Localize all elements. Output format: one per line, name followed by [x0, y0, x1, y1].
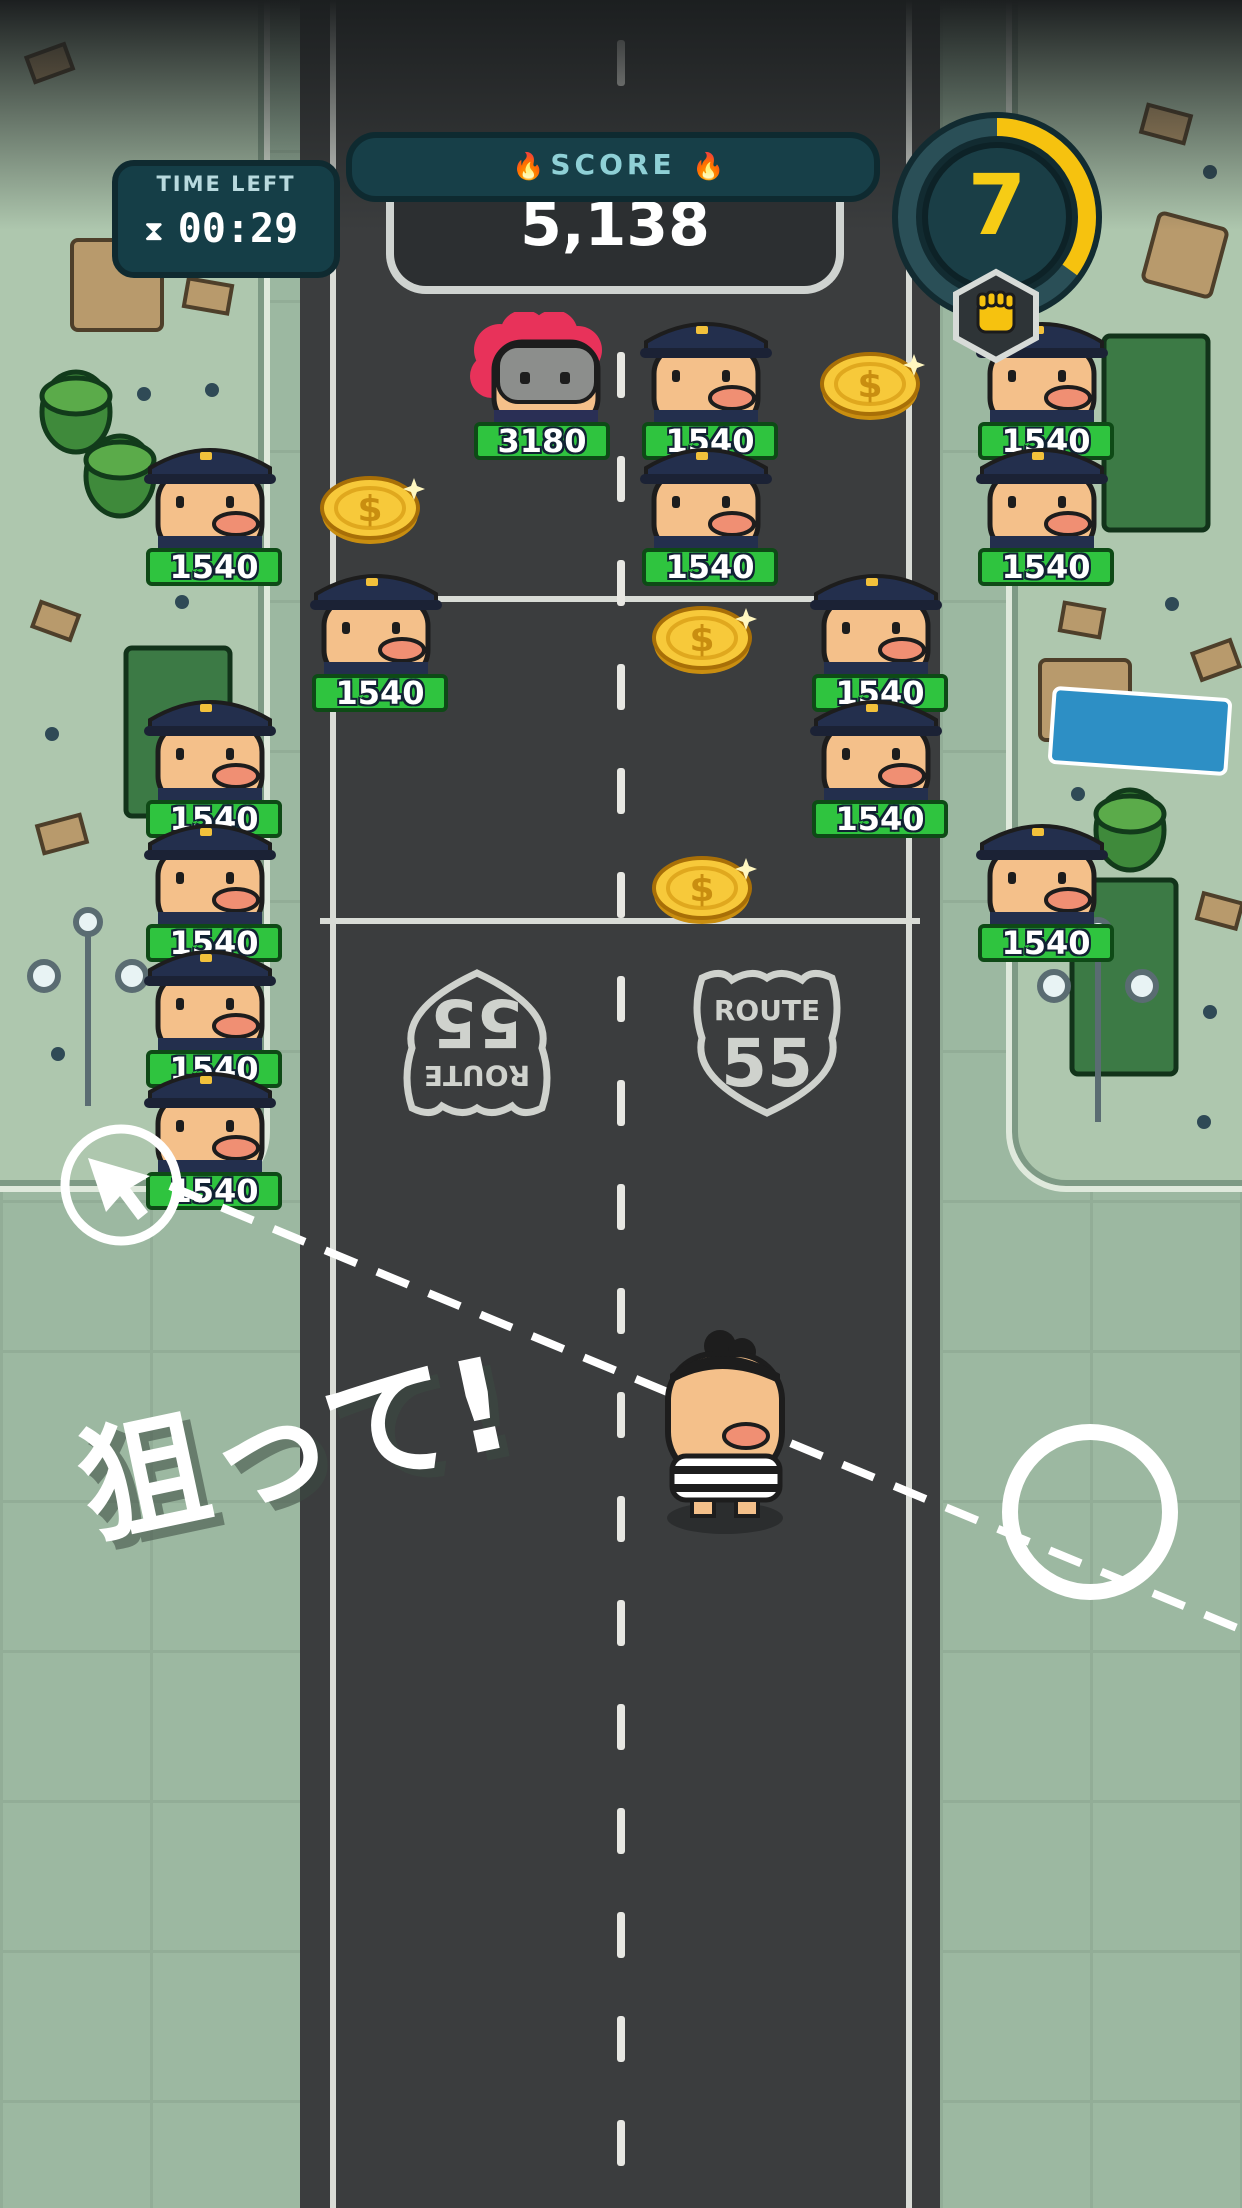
- svg-text:$: $: [357, 489, 382, 530]
- arrow-cursor-icon: [88, 1158, 150, 1220]
- lane-dash: [617, 2016, 625, 2062]
- score-panel: 5,138: [386, 186, 844, 294]
- enemy-cop[interactable]: 1540: [136, 438, 284, 586]
- lane-dash: [617, 1080, 625, 1126]
- enemy-hp-value: 1540: [312, 674, 448, 712]
- enemy-hp-value: 1540: [642, 548, 778, 586]
- back-button[interactable]: [58, 1122, 184, 1248]
- route-sign: ROUTE 55: [693, 970, 841, 1117]
- enemy-hp-value: 3180: [474, 422, 610, 460]
- route-sign-label: ROUTE: [714, 994, 820, 1027]
- time-left-label: TIME LEFT: [156, 172, 296, 196]
- road-edge-right: [906, 0, 912, 2208]
- lane-dash: [617, 768, 625, 814]
- svg-text:$: $: [857, 365, 882, 406]
- road-crossing-line: [320, 918, 920, 924]
- route-sign-label: ROUTE: [424, 1059, 530, 1092]
- lane-dash: [617, 1704, 625, 1750]
- enemy-cop[interactable]: 1540: [302, 564, 450, 712]
- route-sign-number: 55: [721, 1025, 813, 1102]
- lane-dash: [617, 352, 625, 398]
- score-label: SCORE: [550, 148, 676, 181]
- score-tab: 🔥 SCORE 🔥: [346, 132, 880, 202]
- lane-dash: [617, 872, 625, 918]
- lane-dash: [617, 1912, 625, 1958]
- svg-text:$: $: [689, 869, 714, 910]
- lane-dash: [617, 976, 625, 1022]
- time-left-panel: TIME LEFT ⧗ 00:29: [112, 160, 340, 278]
- dollar-coin-icon: $: [318, 470, 426, 546]
- lane-dash: [617, 1808, 625, 1854]
- road-edge-left: [330, 0, 336, 2208]
- lane-dash: [617, 1184, 625, 1230]
- dollar-coin-icon: $: [818, 346, 926, 422]
- enemy-boss[interactable]: 3180: [464, 312, 612, 460]
- enemy-hp-value: 1540: [978, 924, 1114, 962]
- enemy-cop[interactable]: 1540: [968, 814, 1116, 962]
- route-sign-upside-down: ROUTE 55: [403, 969, 551, 1116]
- svg-text:$: $: [689, 619, 714, 660]
- lane-dash: [617, 2120, 625, 2166]
- enemy-cop[interactable]: 1540: [802, 690, 950, 838]
- dollar-coin-icon: $: [650, 850, 758, 926]
- aim-hint-text: 狙って!: [66, 1328, 524, 1566]
- enemy-cop[interactable]: 1540: [968, 438, 1116, 586]
- enemy-cop[interactable]: 1540: [632, 438, 780, 586]
- route-sign-number: 55: [431, 984, 523, 1061]
- enemy-hp-value: 1540: [146, 548, 282, 586]
- lane-dash: [617, 560, 625, 606]
- enemy-hp-value: 1540: [812, 800, 948, 838]
- fist-icon: [953, 268, 1039, 364]
- flame-icon: 🔥: [692, 152, 725, 182]
- level-number: 7: [967, 156, 1027, 254]
- enemy-hp-value: 1540: [978, 548, 1114, 586]
- time-left-value: 00:29: [177, 206, 299, 252]
- lane-dash: [617, 456, 625, 502]
- lane-dash: [617, 664, 625, 710]
- dollar-coin-icon: $: [650, 600, 758, 676]
- player-prisoner[interactable]: [650, 1324, 800, 1534]
- aim-target-ring[interactable]: [1002, 1424, 1178, 1600]
